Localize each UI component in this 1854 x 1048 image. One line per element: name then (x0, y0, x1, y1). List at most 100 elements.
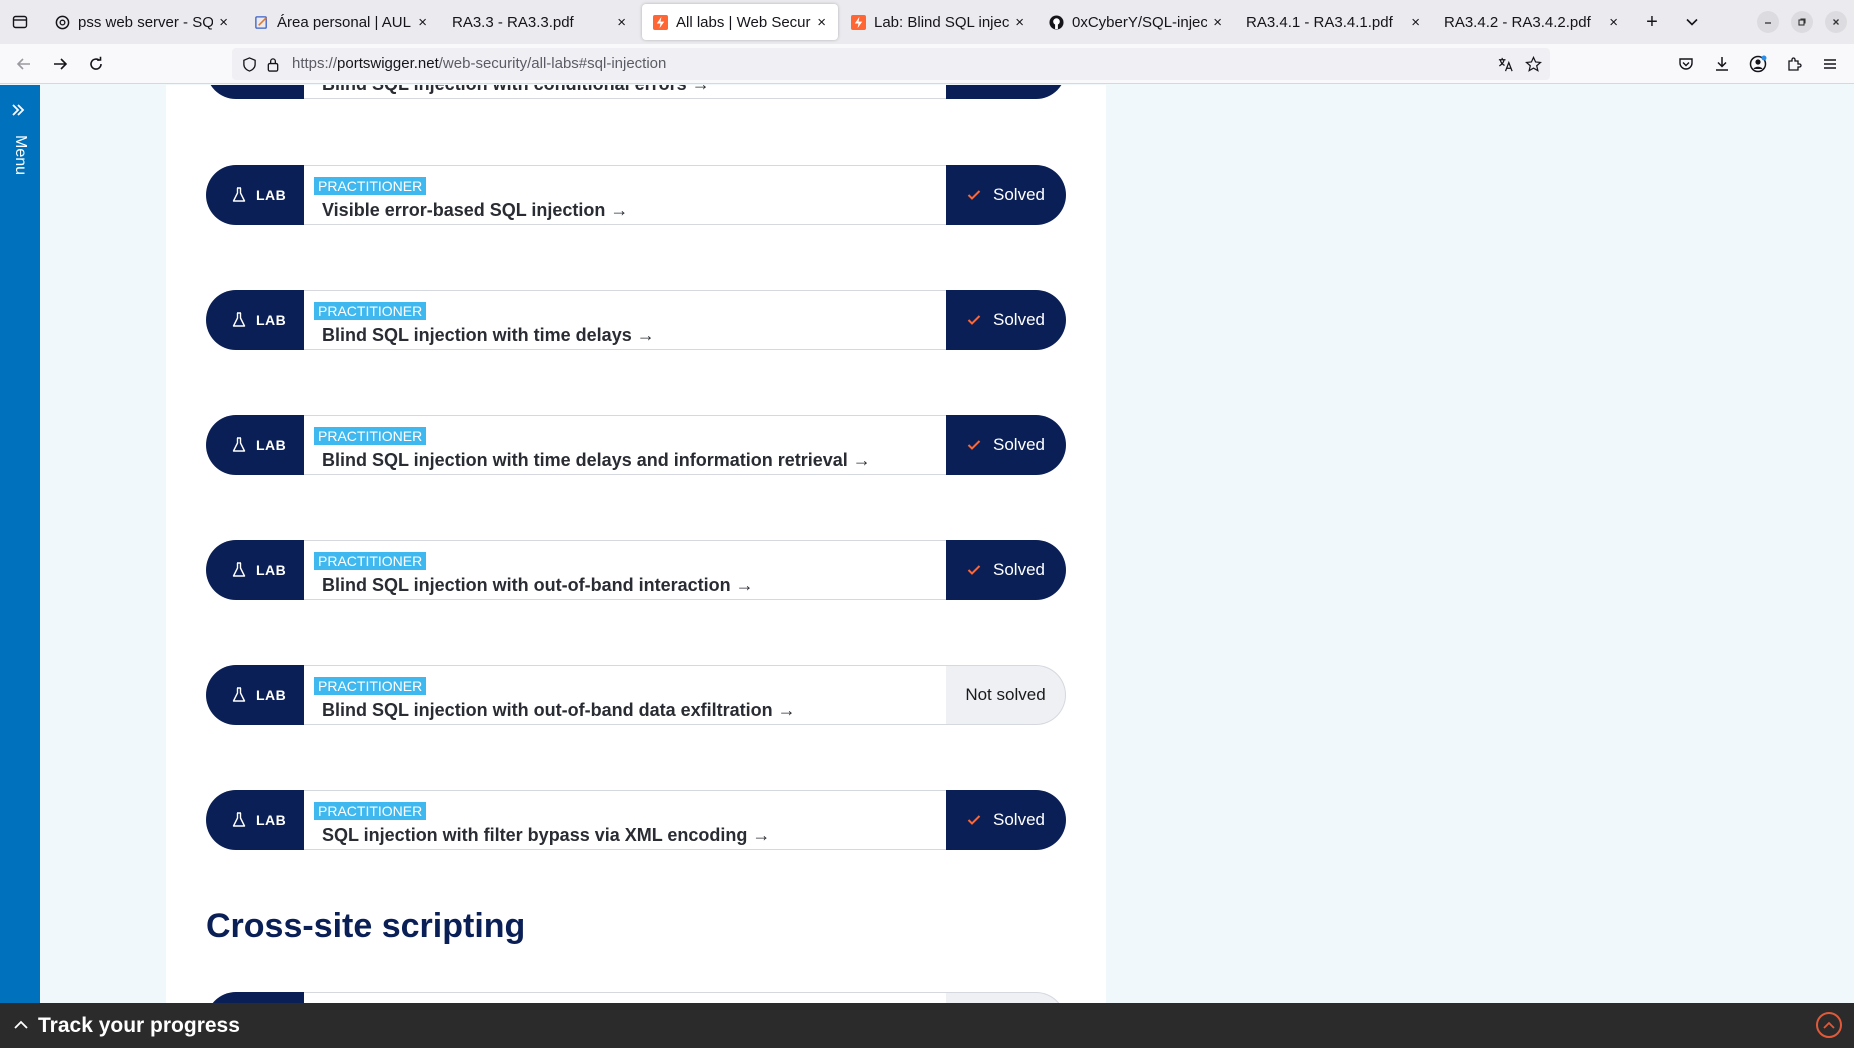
lab-status-solved: Solved (946, 790, 1066, 850)
list-all-tabs-icon[interactable] (1680, 10, 1704, 34)
lab-title-link[interactable]: Blind SQL injection with time delays and… (322, 450, 871, 471)
track-progress-bar[interactable]: Track your progress (0, 1003, 1854, 1048)
lab-body: PRACTITIONER Blind SQL injection with ou… (304, 540, 948, 600)
pocket-icon[interactable] (1674, 52, 1698, 76)
level-tag-practitioner: PRACTITIONER (314, 677, 427, 695)
lab-badge (206, 85, 310, 99)
check-icon (967, 564, 981, 576)
lab-badge (206, 992, 310, 1003)
tab-lab-blind-sqli[interactable]: Lab: Blind SQL injection × (840, 4, 1036, 40)
lock-icon[interactable] (264, 55, 282, 73)
lab-title-link[interactable]: Blind SQL injection with out-of-band dat… (322, 700, 796, 721)
close-tab-icon[interactable]: × (418, 14, 427, 31)
back-icon[interactable] (12, 52, 36, 76)
close-tab-icon[interactable]: × (1015, 14, 1024, 31)
chevron-up-icon[interactable] (12, 1016, 30, 1034)
url-prefix: https:// (292, 55, 338, 72)
level-tag-practitioner: PRACTITIONER (314, 802, 427, 820)
flask-icon (232, 687, 246, 703)
lab-title-link[interactable]: SQL injection with filter bypass via XML… (322, 825, 770, 846)
tab-ra33-pdf[interactable]: RA3.3 - RA3.3.pdf × (442, 4, 638, 40)
close-tab-icon[interactable]: × (817, 14, 826, 31)
lab-title-link[interactable]: Visible error-based SQL injection → (322, 200, 628, 221)
tracking-protection-shield-icon[interactable] (240, 55, 258, 73)
url-text[interactable]: https://portswigger.net/web-security/all… (292, 55, 666, 72)
lab-row[interactable]: LAB PRACTITIONER Blind SQL injection wit… (206, 415, 1066, 475)
close-window-icon[interactable] (1825, 11, 1847, 33)
downloads-icon[interactable] (1710, 52, 1734, 76)
close-tab-icon[interactable]: × (1411, 14, 1420, 31)
lab-body: PRACTITIONER Visible error-based SQL inj… (304, 165, 948, 225)
tab-github[interactable]: 0xCyberY/SQL-injectio × (1038, 4, 1234, 40)
side-menu-toggle[interactable]: Menu (0, 85, 40, 1003)
close-tab-icon[interactable]: × (1213, 14, 1222, 31)
lab-status-solved: Solved (946, 540, 1066, 600)
lab-status-label: Solved (993, 560, 1045, 579)
tab-title: Área personal | AULES (277, 13, 412, 31)
tab-chatgpt[interactable]: pss web server - SQL I × (44, 4, 240, 40)
check-icon (967, 314, 981, 326)
lab-body: PRACTITIONER Blind SQL injection with ou… (304, 665, 948, 725)
lab-badge-label: LAB (256, 562, 287, 578)
lab-body: Blind SQL injection with conditional err… (304, 85, 948, 99)
lab-row-partial[interactable] (206, 992, 1066, 1003)
lab-status-solved: Solved (946, 165, 1066, 225)
tab-all-labs[interactable]: All labs | Web Security × (642, 4, 838, 40)
close-tab-icon[interactable]: × (617, 14, 626, 31)
level-tag-practitioner: PRACTITIONER (314, 552, 427, 570)
lab-badge-label: LAB (256, 187, 287, 203)
navigation-toolbar: https://portswigger.net/web-security/all… (0, 44, 1854, 84)
close-tab-icon[interactable]: × (1609, 14, 1618, 31)
github-icon (1048, 14, 1064, 30)
tab-aules[interactable]: Área personal | AULES × (243, 4, 439, 40)
double-chevron-right-icon (11, 101, 25, 122)
lab-badge: LAB (206, 790, 310, 850)
translate-icon[interactable] (1496, 55, 1514, 73)
tab-ra341-pdf[interactable]: RA3.4.1 - RA3.4.1.pdf × (1236, 4, 1432, 40)
lab-status-solved: Solved (946, 415, 1066, 475)
tab-title: Lab: Blind SQL injection (874, 13, 1010, 31)
app-menu-icon[interactable] (1818, 52, 1842, 76)
lab-row[interactable]: LAB PRACTITIONER Visible error-based SQL… (206, 165, 1066, 225)
tab-title: 0xCyberY/SQL-injectio (1072, 13, 1208, 31)
labs-list-panel: Blind SQL injection with conditional err… (166, 85, 1106, 1003)
minimize-window-icon[interactable] (1757, 11, 1779, 33)
close-tab-icon[interactable]: × (219, 14, 228, 31)
restore-window-icon[interactable] (1791, 11, 1813, 33)
lab-row[interactable]: LAB PRACTITIONER SQL injection with filt… (206, 790, 1066, 850)
check-icon (967, 189, 981, 201)
scroll-to-top-icon[interactable] (1816, 1012, 1842, 1038)
url-path: /web-security/all-labs#sql-injection (438, 55, 667, 72)
lab-row[interactable]: LAB PRACTITIONER Blind SQL injection wit… (206, 540, 1066, 600)
tab-title: RA3.4.1 - RA3.4.1.pdf (1246, 13, 1393, 31)
lab-row[interactable]: LAB PRACTITIONER Blind SQL injection wit… (206, 665, 1066, 725)
lab-status-label: Solved (993, 310, 1045, 329)
lab-title-link[interactable]: Blind SQL injection with time delays → (322, 325, 655, 346)
bookmark-star-icon[interactable] (1524, 55, 1542, 73)
forward-icon[interactable] (48, 52, 72, 76)
lab-body: PRACTITIONER Blind SQL injection with ti… (304, 290, 948, 350)
lab-row-partial[interactable]: Blind SQL injection with conditional err… (206, 85, 1066, 99)
lab-badge-label: LAB (256, 437, 287, 453)
lab-title-link[interactable]: Blind SQL injection with conditional err… (322, 85, 710, 95)
tab-list-icon[interactable] (8, 10, 32, 34)
lab-title-link[interactable]: Blind SQL injection with out-of-band int… (322, 575, 754, 596)
lab-status-label: Solved (993, 435, 1045, 454)
new-tab-button[interactable]: + (1640, 10, 1664, 34)
lab-badge: LAB (206, 665, 310, 725)
tab-ra342-pdf[interactable]: RA3.4.2 - RA3.4.2.pdf × (1434, 4, 1630, 40)
lab-row[interactable]: LAB PRACTITIONER Blind SQL injection wit… (206, 290, 1066, 350)
lab-status-label: Solved (993, 185, 1045, 204)
extensions-icon[interactable] (1782, 52, 1806, 76)
lab-status-not-solved (946, 992, 1066, 1003)
level-tag-practitioner: PRACTITIONER (314, 177, 427, 195)
lab-badge: LAB (206, 540, 310, 600)
lab-badge-label: LAB (256, 312, 287, 328)
account-icon[interactable] (1746, 52, 1770, 76)
lab-body: PRACTITIONER Blind SQL injection with ti… (304, 415, 948, 475)
lab-body (304, 992, 948, 1003)
tab-title: RA3.3 - RA3.3.pdf (452, 13, 574, 31)
address-bar[interactable]: https://portswigger.net/web-security/all… (232, 48, 1550, 80)
reload-icon[interactable] (84, 52, 108, 76)
lab-body: PRACTITIONER SQL injection with filter b… (304, 790, 948, 850)
